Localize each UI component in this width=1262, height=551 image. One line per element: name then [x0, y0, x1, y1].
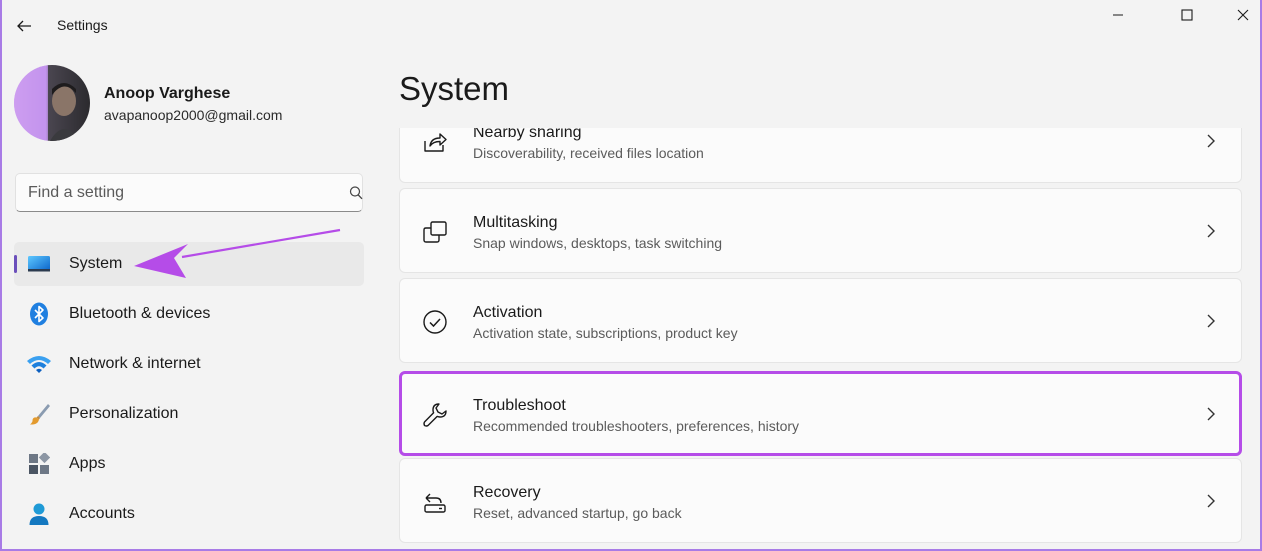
card-subtitle: Discoverability, received files location: [473, 145, 704, 161]
chevron-right-icon: [1207, 134, 1215, 148]
maximize-button[interactable]: [1164, 0, 1210, 30]
monitor-icon: [26, 252, 52, 276]
recovery-icon: [420, 487, 450, 517]
sidebar-item-label: Bluetooth & devices: [69, 305, 211, 322]
close-button[interactable]: [1220, 0, 1262, 30]
settings-card-activation[interactable]: Activation Activation state, subscriptio…: [399, 278, 1242, 363]
sidebar-item-personalization[interactable]: Personalization: [14, 392, 364, 436]
annotation-arrow: [134, 228, 341, 278]
apps-icon: [26, 452, 52, 476]
card-title: Activation: [473, 304, 543, 321]
search-icon[interactable]: [348, 185, 364, 201]
sidebar-item-label: System: [69, 255, 123, 272]
settings-card-multitasking[interactable]: Multitasking Snap windows, desktops, tas…: [399, 188, 1242, 273]
active-indicator: [14, 255, 17, 273]
user-email: avapanoop2000@gmail.com: [104, 107, 283, 123]
card-subtitle: Recommended troubleshooters, preferences…: [473, 418, 800, 434]
search-input[interactable]: [28, 182, 328, 204]
sidebar-item-bluetooth[interactable]: Bluetooth & devices: [14, 292, 364, 336]
card-title: Nearby sharing: [473, 128, 582, 141]
user-name: Anoop Varghese: [104, 85, 231, 102]
sidebar-item-accounts[interactable]: Accounts: [14, 492, 364, 536]
settings-card-nearby-sharing[interactable]: Nearby sharing Discoverability, received…: [399, 128, 1242, 183]
wrench-icon: [420, 400, 450, 430]
maximize-icon: [1181, 9, 1193, 21]
chevron-right-icon: [1207, 314, 1215, 328]
sidebar-item-network[interactable]: Network & internet: [14, 342, 364, 386]
close-icon: [1237, 9, 1249, 21]
checkmark-circle-icon: [420, 307, 450, 337]
avatar[interactable]: [14, 65, 90, 141]
page-title: System: [399, 70, 510, 107]
settings-card-troubleshoot[interactable]: Troubleshoot Recommended troubleshooters…: [399, 371, 1242, 456]
back-arrow-icon: [17, 20, 31, 32]
card-title: Recovery: [473, 484, 541, 501]
sidebar-item-label: Apps: [69, 455, 106, 472]
app-title: Settings: [57, 17, 108, 33]
sidebar-item-label: Accounts: [69, 505, 135, 522]
minimize-button[interactable]: [1095, 0, 1141, 30]
sidebar-item-label: Personalization: [69, 405, 179, 422]
share-icon: [420, 128, 450, 157]
settings-list: Nearby sharing Discoverability, received…: [399, 128, 1242, 551]
search-box[interactable]: [15, 173, 363, 212]
chevron-right-icon: [1207, 407, 1215, 421]
settings-card-recovery[interactable]: Recovery Reset, advanced startup, go bac…: [399, 458, 1242, 543]
chevron-right-icon: [1207, 494, 1215, 508]
chevron-right-icon: [1207, 224, 1215, 238]
wifi-icon: [26, 352, 52, 376]
sidebar-item-label: Network & internet: [69, 355, 201, 372]
person-icon: [26, 502, 52, 526]
minimize-icon: [1113, 14, 1123, 16]
card-subtitle: Reset, advanced startup, go back: [473, 505, 682, 521]
card-title: Troubleshoot: [473, 397, 566, 414]
bluetooth-icon: [26, 302, 52, 326]
card-title: Multitasking: [473, 214, 558, 231]
paintbrush-icon: [26, 402, 52, 426]
card-subtitle: Activation state, subscriptions, product…: [473, 325, 738, 341]
back-button[interactable]: [10, 12, 38, 40]
card-subtitle: Snap windows, desktops, task switching: [473, 235, 723, 251]
title-bar: Settings: [0, 0, 1262, 52]
sidebar-item-apps[interactable]: Apps: [14, 442, 364, 486]
multitasking-icon: [420, 217, 450, 247]
